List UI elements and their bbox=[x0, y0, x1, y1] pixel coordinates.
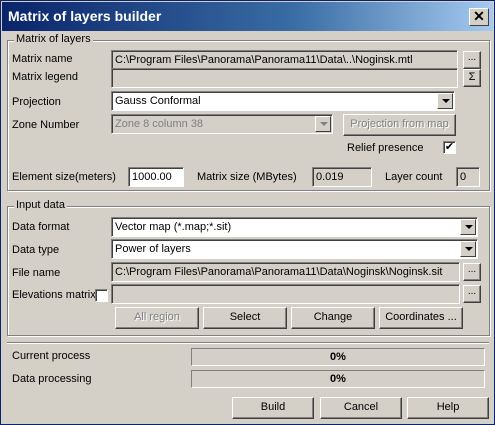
data-type-value: Power of layers bbox=[115, 243, 191, 255]
cancel-button[interactable]: Cancel bbox=[320, 397, 402, 419]
select-button[interactable]: Select bbox=[203, 307, 287, 329]
data-processing-label: Data processing bbox=[12, 373, 92, 385]
projection-select[interactable]: Gauss Conformal bbox=[111, 91, 455, 111]
separator bbox=[7, 342, 489, 344]
title-bar[interactable]: Matrix of layers builder ✕ bbox=[2, 2, 493, 31]
data-processing-bar: 0% bbox=[191, 370, 485, 388]
current-process-bar: 0% bbox=[191, 348, 485, 366]
matrix-legend-label: Matrix legend bbox=[12, 71, 79, 83]
layer-count-label: Layer count bbox=[385, 171, 443, 183]
matrix-size-value: 0.019 bbox=[312, 167, 372, 187]
current-process-label: Current process bbox=[12, 350, 91, 362]
elevations-matrix-label: Elevations matrix bbox=[12, 289, 96, 301]
data-type-label: Data type bbox=[12, 244, 60, 256]
matrix-name-browse-button[interactable]: ... bbox=[463, 51, 481, 69]
relief-presence-checkbox[interactable]: ✔ bbox=[443, 141, 456, 154]
matrix-name-field[interactable]: C:\Program Files\Panorama\Panorama11\Dat… bbox=[111, 50, 458, 70]
data-type-select[interactable]: Power of layers bbox=[111, 239, 478, 259]
legend-editor-icon[interactable]: Σ bbox=[463, 69, 481, 87]
data-format-select[interactable]: Vector map (*.map;*.sit) bbox=[111, 217, 478, 237]
elevations-matrix-field[interactable] bbox=[111, 284, 460, 304]
projection-select-value: Gauss Conformal bbox=[115, 95, 201, 107]
change-button[interactable]: Change bbox=[291, 307, 375, 329]
projection-label: Projection bbox=[12, 96, 61, 108]
element-size-input[interactable]: 1000.00 bbox=[128, 167, 184, 187]
file-name-browse-button[interactable]: ... bbox=[463, 263, 481, 281]
data-processing-percent: 0% bbox=[330, 373, 346, 385]
builder-dialog: Matrix of layers builder ✕ Matrix of lay… bbox=[0, 0, 495, 425]
layer-count-value: 0 bbox=[456, 167, 480, 187]
current-process-percent: 0% bbox=[330, 351, 346, 363]
chevron-down-icon[interactable] bbox=[460, 219, 476, 235]
chevron-down-icon[interactable] bbox=[315, 116, 331, 132]
file-name-label: File name bbox=[12, 267, 61, 279]
relief-presence-label: Relief presence bbox=[347, 142, 424, 154]
build-button[interactable]: Build bbox=[232, 397, 314, 419]
chevron-down-icon[interactable] bbox=[460, 241, 476, 257]
file-name-field[interactable]: C:\Program Files\Panorama\Panorama11\Dat… bbox=[111, 262, 460, 282]
close-button[interactable]: ✕ bbox=[469, 8, 489, 26]
elevations-browse-button[interactable]: ... bbox=[463, 285, 481, 303]
help-button[interactable]: Help bbox=[407, 397, 489, 419]
zone-number-value: Zone 8 column 38 bbox=[115, 118, 204, 130]
projection-from-map-button[interactable]: Projection from map bbox=[343, 114, 456, 136]
zone-number-label: Zone Number bbox=[12, 119, 80, 131]
coordinates-button[interactable]: Coordinates ... bbox=[379, 307, 463, 329]
window-title: Matrix of layers builder bbox=[8, 8, 162, 24]
matrix-name-label: Matrix name bbox=[12, 53, 73, 65]
all-region-button[interactable]: All region bbox=[115, 307, 199, 329]
zone-number-select[interactable]: Zone 8 column 38 bbox=[111, 114, 333, 134]
elevations-matrix-checkbox[interactable] bbox=[95, 289, 108, 302]
data-format-value: Vector map (*.map;*.sit) bbox=[115, 221, 232, 233]
chevron-down-icon[interactable] bbox=[437, 93, 453, 109]
matrix-legend-field[interactable] bbox=[111, 68, 458, 88]
matrix-size-label: Matrix size (MBytes) bbox=[197, 171, 297, 183]
matrix-group-caption: Matrix of layers bbox=[14, 33, 93, 45]
element-size-label: Element size(meters) bbox=[12, 171, 116, 183]
data-format-label: Data format bbox=[12, 221, 70, 233]
input-group-caption: Input data bbox=[14, 199, 67, 211]
